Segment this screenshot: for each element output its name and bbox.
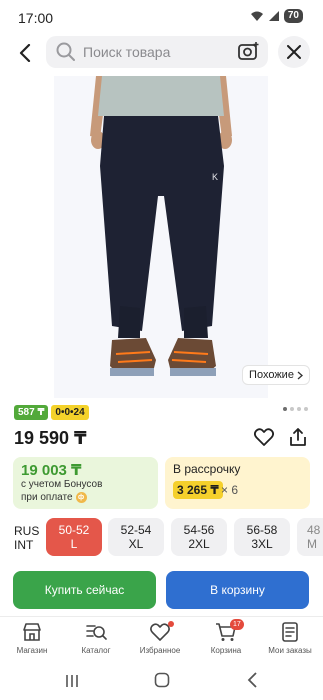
nav-label-cart: Корзина [210, 646, 242, 655]
nav-label-catalog: Каталог [81, 646, 111, 655]
svg-text:K: K [212, 172, 218, 182]
size-int: L [70, 537, 78, 551]
size-rus: 54-56 [183, 523, 215, 537]
product-price: 19 590 ₸ [14, 428, 87, 448]
heart-icon [253, 428, 275, 446]
pagination-dot [304, 407, 308, 411]
close-button[interactable] [278, 36, 310, 68]
image-pagination-dots [283, 407, 308, 411]
status-time: 17:00 [18, 10, 54, 26]
size-label-int: INT [14, 538, 34, 552]
battery-indicator: 70 [283, 9, 303, 23]
cellular-icon [268, 11, 279, 21]
size-rus: 48 [307, 523, 321, 537]
size-int: M [307, 537, 317, 551]
similar-label: Похожие [249, 369, 294, 381]
installment-card[interactable]: В рассрочку 3 265 ₸ × 6 [165, 457, 310, 509]
bonus-price: 19 003 ₸ [21, 462, 82, 479]
size-option-54-56[interactable]: 54-56 2XL [171, 518, 227, 556]
favorite-button[interactable] [253, 428, 275, 451]
search-icon [56, 42, 75, 61]
close-icon [287, 45, 301, 59]
nav-label-favorites: Избранное [139, 646, 181, 655]
back-arrow-icon [19, 44, 31, 62]
size-int: 2XL [188, 537, 210, 551]
camera-search-icon[interactable] [238, 41, 260, 61]
add-to-cart-button[interactable]: В корзину [166, 571, 309, 609]
share-button[interactable] [288, 427, 308, 452]
store-icon [23, 623, 41, 641]
nav-item-cart[interactable]: 17 Корзина [194, 619, 258, 655]
pagination-dot [290, 407, 294, 411]
nav-item-store[interactable]: Магазин [0, 621, 64, 655]
bonus-payment-note: при оплате ф [21, 492, 87, 503]
bonus-badge: 587 ₸ [14, 405, 49, 420]
bonus-coin-icon: ф [75, 492, 87, 503]
status-icons: 70 [250, 9, 303, 23]
pagination-dot [283, 407, 287, 411]
installment-badge: 0•0•24 [51, 405, 89, 420]
orders-icon [282, 622, 298, 642]
search-input[interactable]: Поиск товара [46, 36, 268, 68]
product-image[interactable]: K [54, 76, 268, 398]
recent-apps-icon[interactable] [64, 673, 80, 689]
size-int: 3XL [251, 537, 273, 551]
installment-title: В рассрочку [173, 462, 241, 476]
favorites-notification-dot [168, 621, 174, 627]
share-icon [290, 428, 306, 446]
size-label-rus: RUS [14, 524, 40, 538]
system-navigation-bar [0, 665, 323, 700]
size-option-50-52[interactable]: 50-52 L [46, 518, 102, 556]
signal-icon [250, 11, 263, 21]
nav-item-catalog[interactable]: Каталог [64, 621, 128, 655]
size-rus: 56-58 [246, 523, 278, 537]
nav-label-store: Магазин [16, 646, 48, 655]
size-option-52-54[interactable]: 52-54 XL [108, 518, 164, 556]
nav-label-orders: Мои заказы [268, 646, 312, 655]
bonus-price-card[interactable]: 19 003 ₸ с учетом Бонусов при оплате ф [13, 457, 158, 509]
size-rus: 50-52 [58, 523, 90, 537]
product-photo: K [90, 76, 232, 376]
cart-count-badge: 17 [230, 619, 244, 630]
buy-now-button[interactable]: Купить сейчас [13, 571, 156, 609]
similar-products-button[interactable]: Похожие [242, 365, 310, 385]
size-int: XL [128, 537, 144, 551]
pagination-dot [297, 407, 301, 411]
system-back-icon[interactable] [246, 672, 258, 688]
badge-row: 587 ₸ 0•0•24 [14, 405, 89, 420]
search-placeholder: Поиск товара [83, 44, 171, 60]
bonus-note: с учетом Бонусов [21, 479, 103, 490]
installment-multiplier: × 6 [221, 483, 239, 497]
size-option-48[interactable]: 48 M [297, 518, 323, 556]
size-rus: 52-54 [120, 523, 152, 537]
installment-amount: 3 265 ₸ [173, 481, 223, 499]
status-bar: 17:00 70 [0, 0, 323, 34]
bonus-payment-text: при оплате [21, 492, 73, 503]
back-button[interactable] [10, 38, 40, 68]
bottom-navigation: Магазин Каталог Избранное 17 Корзина Мои… [0, 616, 323, 662]
nav-item-favorites[interactable]: Избранное [128, 621, 192, 655]
home-icon[interactable] [154, 672, 170, 688]
nav-item-orders[interactable]: Мои заказы [258, 621, 322, 655]
favorites-heart-icon [150, 623, 170, 641]
size-option-56-58[interactable]: 56-58 3XL [234, 518, 290, 556]
catalog-icon [86, 625, 107, 640]
chevron-right-icon [297, 371, 303, 379]
search-header: Поиск товара [0, 36, 323, 70]
size-system-label: RUS INT [14, 524, 39, 552]
